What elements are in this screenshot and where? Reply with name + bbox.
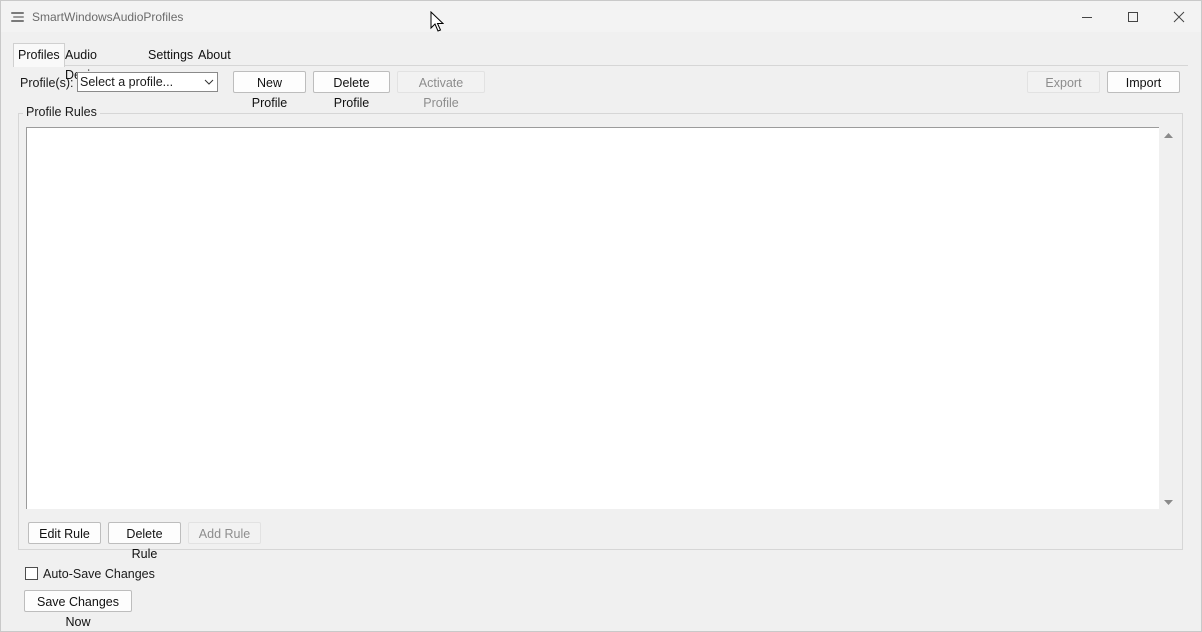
scroll-down-icon[interactable] bbox=[1164, 499, 1173, 506]
auto-save-label[interactable]: Auto-Save Changes bbox=[43, 567, 155, 581]
title-bar[interactable]: SmartWindowsAudioProfiles bbox=[1, 1, 1201, 32]
profile-rules-list[interactable] bbox=[26, 127, 1159, 509]
auto-save-checkbox[interactable] bbox=[25, 567, 38, 580]
app-window: SmartWindowsAudioProfiles Profiles Audio… bbox=[0, 0, 1202, 632]
profiles-label: Profile(s): bbox=[20, 76, 74, 90]
tab-audio-devices[interactable]: Audio Devices bbox=[62, 45, 112, 82]
minimize-button[interactable] bbox=[1064, 1, 1110, 32]
close-icon bbox=[1173, 11, 1185, 22]
scroll-up-icon[interactable] bbox=[1164, 132, 1173, 139]
new-profile-button[interactable]: New Profile bbox=[233, 71, 306, 110]
tab-settings[interactable]: Settings bbox=[145, 45, 196, 65]
import-button[interactable]: Import bbox=[1107, 71, 1180, 93]
window-title: SmartWindowsAudioProfiles bbox=[32, 10, 184, 24]
save-changes-now-button[interactable]: Save Changes Now bbox=[24, 590, 132, 629]
close-button[interactable] bbox=[1156, 1, 1202, 32]
tab-profiles[interactable]: Profiles bbox=[13, 43, 65, 67]
edit-rule-button[interactable]: Edit Rule bbox=[28, 522, 101, 544]
profile-rules-title: Profile Rules bbox=[23, 105, 100, 119]
export-button[interactable]: Export bbox=[1027, 71, 1100, 93]
activate-profile-button[interactable]: Activate Profile bbox=[397, 71, 485, 110]
profile-select[interactable]: Select a profile... bbox=[77, 72, 218, 92]
minimize-icon bbox=[1082, 16, 1092, 18]
maximize-button[interactable] bbox=[1110, 1, 1156, 32]
tab-about[interactable]: About bbox=[195, 45, 234, 65]
app-icon bbox=[11, 12, 24, 22]
chevron-down-icon bbox=[204, 79, 214, 85]
delete-rule-button[interactable]: Delete Rule bbox=[108, 522, 181, 561]
maximize-icon bbox=[1128, 11, 1138, 22]
add-rule-button[interactable]: Add Rule bbox=[188, 522, 261, 544]
mouse-cursor-icon bbox=[430, 11, 444, 32]
delete-profile-button[interactable]: Delete Profile bbox=[313, 71, 390, 110]
rules-scrollbar[interactable] bbox=[1159, 127, 1177, 509]
profile-select-value: Select a profile... bbox=[80, 75, 174, 89]
